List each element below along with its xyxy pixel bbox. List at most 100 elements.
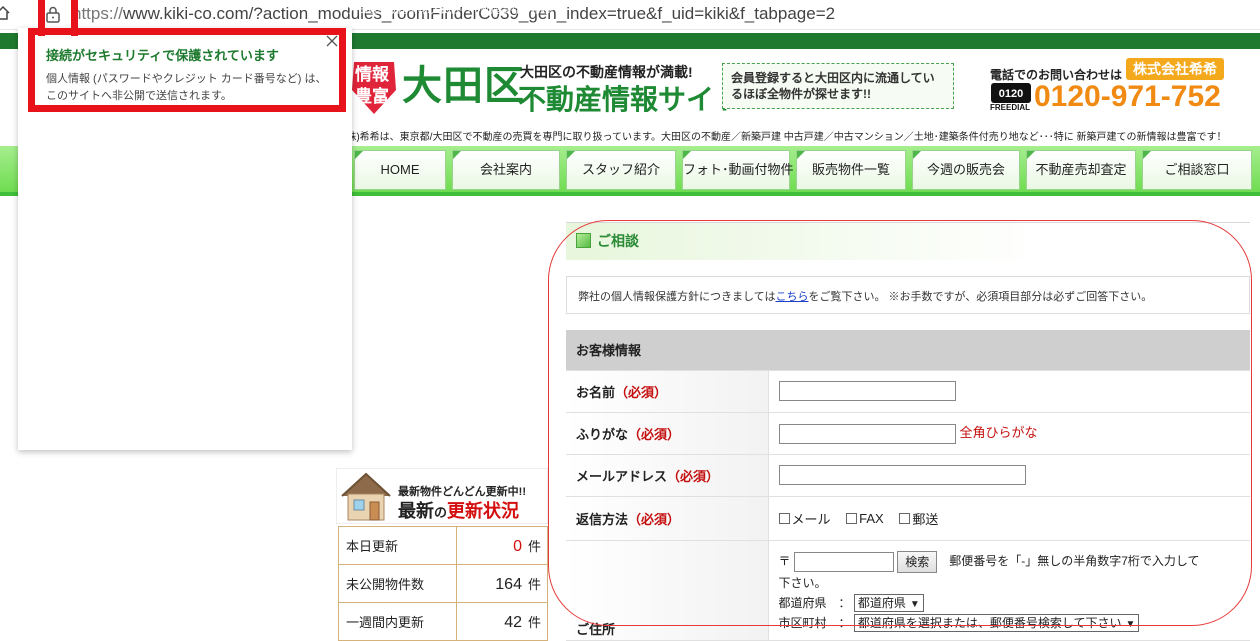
reply-mail-checkbox[interactable] xyxy=(778,512,790,524)
update-title: 最新の更新状況 xyxy=(398,497,519,523)
update-value-cell: 0件 xyxy=(456,526,548,565)
table-row: 一週間内更新 42 件 xyxy=(338,602,548,641)
prefecture-value: 都道府県 xyxy=(857,596,906,611)
logo-ota-ku[interactable]: 大田区 xyxy=(402,64,525,108)
reply-label-text: 返信方法 xyxy=(576,511,629,527)
freedial-label: FREEDIAL xyxy=(990,103,1030,112)
customer-info-title: お客様情報 xyxy=(566,330,1250,371)
reply-fax-label[interactable]: FAX xyxy=(859,511,884,526)
city-label: 市区町村 ： xyxy=(778,615,851,630)
email-input[interactable] xyxy=(778,465,1026,485)
city-line: 市区町村 ： 都道府県を選択または、郵便番号検索して下さい ▼ xyxy=(779,613,1250,633)
furigana-hint: 全角ひらがな xyxy=(959,425,1038,441)
postal-search-button[interactable]: 検索 xyxy=(897,550,938,573)
furigana-label: ふりがな（必須） xyxy=(566,412,769,455)
site-top-strip-text[interactable]: 大田区不動産情報/大田区の不動産会社 希希へ xyxy=(348,1,561,16)
table-row: 本日更新 0件 xyxy=(338,526,548,565)
prefecture-select[interactable]: 都道府県 ▼ xyxy=(853,594,924,613)
reply-label: 返信方法（必須） xyxy=(566,496,769,541)
update-label: 本日更新 xyxy=(338,526,457,565)
postal-hint-2: 下さい。 xyxy=(778,575,827,590)
address-label: ご住所 xyxy=(566,540,769,641)
update-title-a: 最新 xyxy=(398,501,434,521)
reply-post-label[interactable]: 郵送 xyxy=(912,512,938,527)
update-value[interactable]: 0 xyxy=(513,538,522,555)
pref-label: 都道府県 ： xyxy=(778,595,851,610)
table-row: 未公開物件数 164 件 xyxy=(338,564,548,603)
required-mark: （必須） xyxy=(628,511,681,527)
update-title-b: の xyxy=(434,505,448,520)
nav-appraisal[interactable]: 不動産売却査定 xyxy=(1026,150,1136,190)
update-value-cell: 164 件 xyxy=(456,564,548,603)
consultation-title: ご相談 xyxy=(597,233,639,249)
pref-line: 都道府県 ： 都道府県 ▼ xyxy=(779,593,1250,613)
postal-code-input[interactable] xyxy=(793,551,894,572)
furigana-cell: 全角ひらがな xyxy=(768,412,1250,455)
form-group-header: お客様情報 xyxy=(566,330,1250,371)
update-value[interactable]: 164 xyxy=(495,576,522,593)
logo-site-name[interactable]: 不動産情報サイト xyxy=(518,78,742,118)
required-mark: （必須） xyxy=(615,384,668,400)
privacy-policy-link[interactable]: こちら xyxy=(775,291,808,303)
reply-fax-checkbox[interactable] xyxy=(846,512,858,524)
popup-highlight-box xyxy=(28,28,346,112)
intro-text: (株)希希は、東京都/大田区で不動産の売買を専門に取り扱っています。大田区の不動… xyxy=(343,132,1227,143)
lock-highlight-box xyxy=(38,0,78,36)
furigana-label-text: ふりがな xyxy=(576,426,629,442)
member-promo-box[interactable]: 会員登録すると大田区内に流通しているほぼ全物件が探せます!! xyxy=(722,63,954,109)
update-label: 一週間内更新 xyxy=(338,602,457,641)
logo-badge: 情報豊富 xyxy=(355,65,389,106)
email-cell xyxy=(768,454,1250,497)
privacy-notice: 弊社の個人情報保護方針につきましてはこちらをご覧下さい。 ※お手数ですが、必須項… xyxy=(578,288,1152,304)
nav-staff[interactable]: スタッフ紹介 xyxy=(566,150,676,190)
house-icon xyxy=(341,472,391,521)
consultation-header xyxy=(566,222,1250,260)
email-label: メールアドレス（必須） xyxy=(566,454,769,497)
reply-mail-label[interactable]: メール xyxy=(792,512,831,527)
update-value[interactable]: 42 xyxy=(504,614,522,631)
update-unit: 件 xyxy=(527,538,541,554)
nav-weekly-sale[interactable]: 今週の販売会 xyxy=(912,150,1020,190)
company-badge: 株式会社希希 xyxy=(1126,58,1224,80)
update-unit: 件 xyxy=(527,576,541,592)
nav-company[interactable]: 会社案内 xyxy=(452,150,560,190)
city-value: 都道府県を選択または、郵便番号検索して下さい xyxy=(857,616,1122,631)
home-icon[interactable] xyxy=(0,6,10,20)
customer-form: お客様情報 お名前（必須） ふりがな（必須） 全角ひらがな メールアドレス（必須… xyxy=(566,330,1250,641)
nav-photo-video[interactable]: フォト･動画付物件 xyxy=(682,150,794,190)
update-label: 未公開物件数 xyxy=(338,564,457,603)
postal-hint: 郵便番号を「-」無しの半角数字7桁で入力して xyxy=(949,553,1200,568)
nav-home[interactable]: HOME xyxy=(354,150,446,190)
phone-number[interactable]: 0120-971-752 xyxy=(1034,80,1221,114)
update-title-c: 更新状況 xyxy=(447,501,520,521)
section-marker-icon xyxy=(576,233,591,248)
name-label: お名前（必須） xyxy=(566,370,769,413)
address-cell: 〒 検索 郵便番号を「-」無しの半角数字7桁で入力して 下さい。 都道府県 ： … xyxy=(768,540,1250,641)
furigana-input[interactable] xyxy=(778,423,956,444)
update-table: 本日更新 0件 未公開物件数 164 件 一週間内更新 42 件 xyxy=(338,526,548,641)
name-cell xyxy=(768,370,1250,413)
nav-consultation[interactable]: ご相談窓口 xyxy=(1142,150,1252,190)
form-row-reply: 返信方法（必須） メール FAX 郵送 xyxy=(566,496,1250,541)
chevron-down-icon: ▼ xyxy=(909,599,920,611)
city-select[interactable]: 都道府県を選択または、郵便番号検索して下さい ▼ xyxy=(853,614,1140,633)
required-mark: （必須） xyxy=(628,426,681,442)
name-label-text: お名前 xyxy=(576,384,616,400)
form-row-email: メールアドレス（必須） xyxy=(566,454,1250,497)
required-mark: （必須） xyxy=(667,468,720,484)
nav-listings[interactable]: 販売物件一覧 xyxy=(796,150,906,190)
name-input[interactable] xyxy=(778,381,956,401)
postal-line: 〒 検索 郵便番号を「-」無しの半角数字7桁で入力して xyxy=(778,550,1250,573)
notice-text-b: をご覧下さい。 ※お手数ですが、必須項目部分は必ずご回答下さい。 xyxy=(808,291,1153,303)
form-row-furigana: ふりがな（必須） 全角ひらがな xyxy=(566,412,1250,455)
postal-mark: 〒 xyxy=(778,553,791,568)
address-bar: https://www.kiki-co.com/?action_modules_… xyxy=(0,0,1260,30)
email-label-text: メールアドレス xyxy=(576,468,668,484)
address-label-text: ご住所 xyxy=(576,621,616,637)
update-unit: 件 xyxy=(527,614,541,630)
chevron-down-icon: ▼ xyxy=(1125,619,1136,631)
reply-post-checkbox[interactable] xyxy=(899,512,911,524)
notice-text-a: 弊社の個人情報保護方針につきましては xyxy=(578,291,776,303)
reply-cell: メール FAX 郵送 xyxy=(768,496,1250,541)
update-value-cell: 42 件 xyxy=(456,602,548,641)
